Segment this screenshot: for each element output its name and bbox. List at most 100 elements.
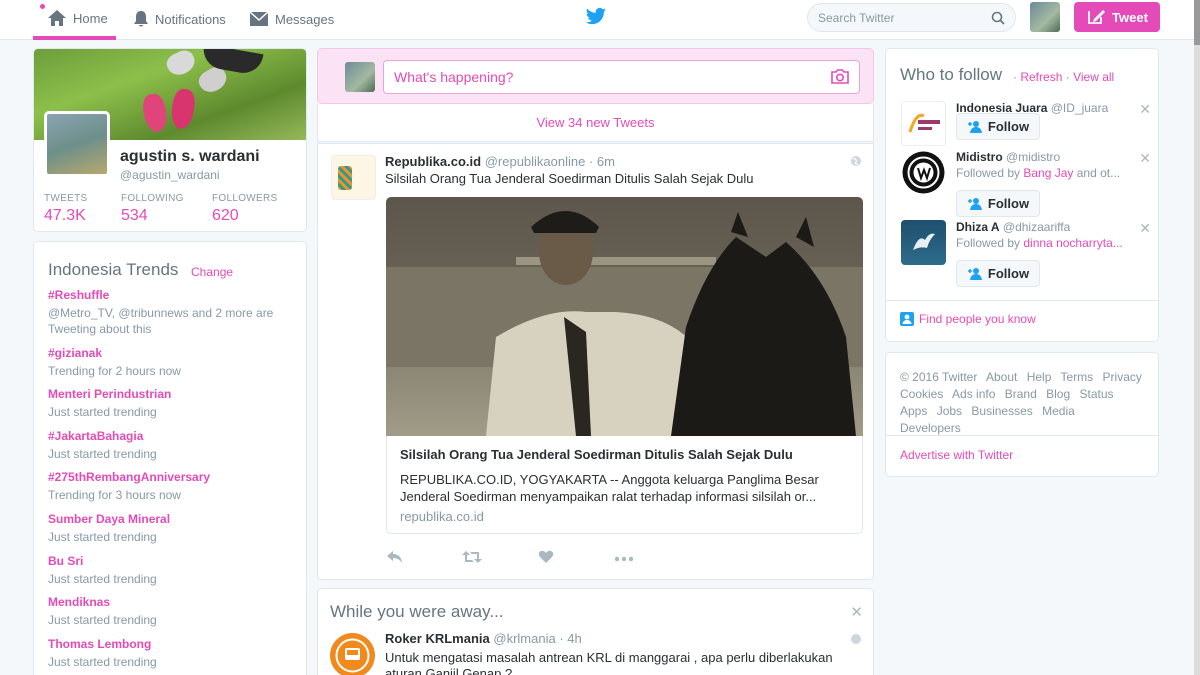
new-tweets-bar[interactable]: View 34 new Tweets [317, 104, 874, 142]
more-action[interactable] [614, 550, 690, 567]
link-preview-title[interactable]: Silsilah Orang Tua Jenderal Soedirman Di… [400, 447, 849, 462]
while-away-author-handle[interactable]: @krlmania [493, 631, 555, 646]
suggestion-handle[interactable]: @ID_juara [1051, 101, 1109, 115]
search-input[interactable] [818, 10, 988, 25]
trend-item[interactable]: #Reshuffle @Metro_TV, @tribunnews and 2 m… [48, 288, 298, 337]
nav-notifications[interactable]: Notifications [133, 0, 226, 38]
trend-topic[interactable]: #Reshuffle [48, 288, 298, 302]
suggestion-handle[interactable]: @dhizaariffa [1003, 220, 1070, 234]
footer-link[interactable]: Businesses [971, 404, 1032, 418]
footer-link[interactable]: Ads info [952, 387, 995, 401]
trend-item[interactable]: Thomas Lembong Just started trending [48, 637, 298, 670]
trend-item[interactable]: #275thRembangAnniversary Trending for 3 h… [48, 470, 298, 503]
tweet-text: Silsilah Orang Tua Jenderal Soedirman Di… [385, 171, 754, 186]
twitter-bird-icon[interactable] [585, 7, 607, 30]
trends-change-link[interactable]: Change [191, 265, 233, 279]
trend-item[interactable]: Menteri Perindustrian Just started trendi… [48, 387, 298, 420]
profile-name[interactable]: agustin s. wardani [120, 148, 260, 166]
retweet-icon[interactable] [462, 550, 482, 564]
trend-item[interactable]: Mendiknas Just started trending [48, 595, 298, 628]
footer-link[interactable]: Status [1079, 387, 1113, 401]
trend-item[interactable]: Sumber Daya Mineral Just started trending [48, 512, 298, 545]
stat-followers-label: FOLLOWERS [212, 193, 278, 204]
profile-avatar[interactable] [44, 111, 110, 177]
tweet-time[interactable]: · 6m [589, 154, 615, 169]
advertise-link[interactable]: Advertise with Twitter [886, 435, 1158, 474]
footer-link[interactable]: © 2016 Twitter [900, 370, 977, 384]
account-avatar[interactable] [1030, 2, 1060, 32]
nav-home[interactable]: Home [33, 0, 116, 40]
follow-button[interactable]: Follow [956, 113, 1040, 140]
camera-icon[interactable] [831, 69, 849, 84]
while-away-author-name[interactable]: Roker KRLmania [385, 631, 490, 646]
tweet-button[interactable]: Tweet [1074, 2, 1160, 32]
trend-topic[interactable]: Thomas Lembong [48, 637, 298, 651]
footer-link[interactable]: Developers [900, 421, 961, 435]
trend-topic[interactable]: Sumber Daya Mineral [48, 512, 298, 526]
footer-link[interactable]: Jobs [937, 404, 962, 418]
footer-link[interactable]: Brand [1005, 387, 1037, 401]
footer-link[interactable]: About [986, 370, 1017, 384]
retweet-action[interactable] [462, 550, 538, 567]
stat-followers[interactable]: FOLLOWERS 620 [212, 193, 278, 225]
like-action[interactable] [538, 550, 614, 567]
trend-topic[interactable]: Bu Sri [48, 554, 298, 568]
followed-by-link[interactable]: Bang Jay [1023, 166, 1073, 180]
footer-link[interactable]: Terms [1061, 370, 1094, 384]
search-box[interactable] [807, 3, 1016, 32]
trend-topic[interactable]: Menteri Perindustrian [48, 387, 298, 401]
find-people-link[interactable]: Find people you know [886, 300, 1158, 337]
stat-following[interactable]: FOLLOWING 534 [121, 193, 184, 225]
followed-by-link[interactable]: dinna nocharryta... [1023, 236, 1122, 250]
suggestion-avatar[interactable] [901, 150, 946, 195]
follow-button[interactable]: Follow [956, 190, 1040, 217]
close-icon[interactable]: ✕ [850, 603, 863, 621]
tweet-author-handle[interactable]: @republikaonline [485, 154, 586, 169]
suggestion-name[interactable]: Midistro [956, 150, 1003, 164]
footer-link[interactable]: Privacy [1103, 370, 1142, 384]
search-icon[interactable] [991, 11, 1005, 25]
trend-topic[interactable]: #275thRembangAnniversary [48, 470, 298, 484]
tweet[interactable]: Republika.co.id @republikaonline · 6m Si… [317, 143, 874, 580]
link-preview-card[interactable]: Silsilah Orang Tua Jenderal Soedirman Di… [386, 436, 863, 534]
find-people-label[interactable]: Find people you know [919, 312, 1036, 326]
footer-link[interactable]: Help [1027, 370, 1052, 384]
close-icon[interactable]: ✕ [1139, 150, 1151, 167]
footer-link[interactable]: Cookies [900, 387, 943, 401]
stat-tweets[interactable]: TWEETS 47.3K [44, 193, 87, 225]
link-preview-url[interactable]: republika.co.id [400, 509, 849, 524]
footer-link[interactable]: Media [1042, 404, 1075, 418]
trend-item[interactable]: Bu Sri Just started trending [48, 554, 298, 587]
tweet-avatar[interactable] [331, 155, 376, 200]
profile-handle[interactable]: @agustin_wardani [120, 168, 220, 182]
more-icon[interactable] [614, 556, 634, 562]
trend-topic[interactable]: #JakartaBahagia [48, 429, 298, 443]
tweet-photo[interactable] [386, 197, 863, 436]
reply-action[interactable] [386, 550, 462, 567]
close-icon[interactable]: ✕ [1139, 101, 1151, 118]
trend-topic[interactable]: #gizianak [48, 346, 298, 360]
nav-messages[interactable]: Messages [249, 0, 334, 38]
refresh-link[interactable]: Refresh [1020, 70, 1062, 84]
while-away-avatar[interactable] [330, 633, 375, 675]
tweet-author-name[interactable]: Republika.co.id [385, 154, 481, 169]
trend-item[interactable]: #gizianak Trending for 2 hours now [48, 346, 298, 379]
reply-icon[interactable] [386, 550, 403, 564]
suggestion-avatar[interactable] [901, 101, 946, 146]
scrollbar-thumb[interactable] [1194, 0, 1200, 45]
footer-link[interactable]: Apps [900, 404, 927, 418]
close-icon[interactable]: ✕ [1139, 220, 1151, 237]
heart-icon[interactable] [538, 550, 554, 564]
trend-topic[interactable]: Mendiknas [48, 595, 298, 609]
new-tweets-label[interactable]: View 34 new Tweets [536, 115, 654, 130]
view-all-link[interactable]: View all [1073, 70, 1114, 84]
page-scrollbar[interactable] [1194, 0, 1200, 675]
footer-link[interactable]: Blog [1046, 387, 1070, 401]
while-away-time[interactable]: · 4h [559, 631, 581, 646]
trend-item[interactable]: #JakartaBahagia Just started trending [48, 429, 298, 462]
follow-button[interactable]: Follow [956, 260, 1040, 287]
suggestion-handle[interactable]: @midistro [1006, 150, 1060, 164]
compose-input[interactable]: What's happening? [383, 60, 860, 94]
suggestion-avatar[interactable] [901, 220, 946, 265]
suggestion-name[interactable]: Dhiza A [956, 220, 1000, 234]
